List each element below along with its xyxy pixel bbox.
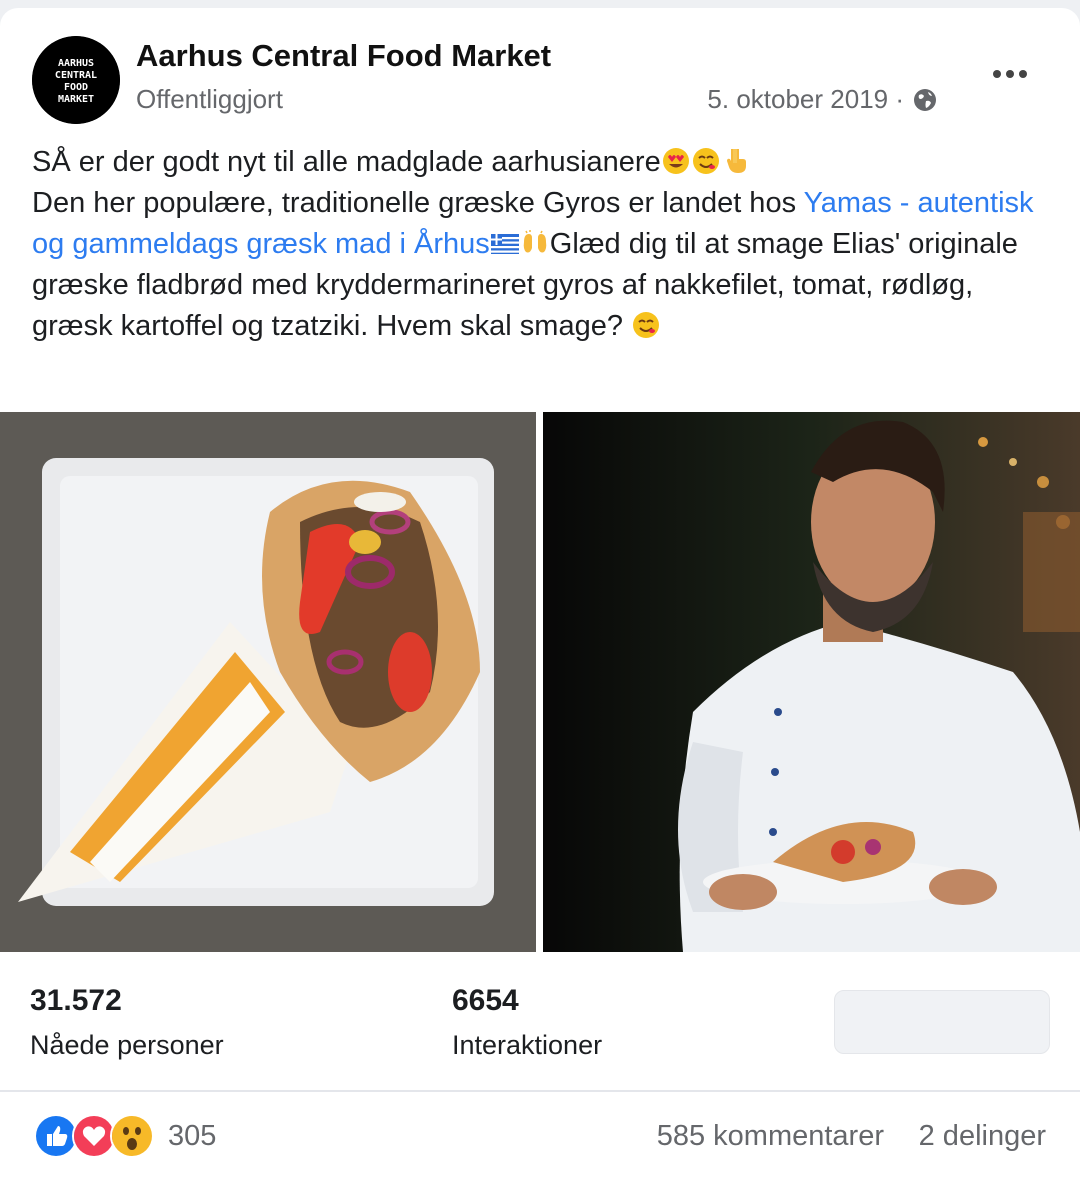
divider (0, 1090, 1080, 1092)
reaction-count: 305 (168, 1119, 217, 1152)
avatar-text-line: AARHUS (58, 58, 94, 69)
smiling-emoji-icon (691, 146, 721, 176)
globe-icon (912, 87, 938, 113)
post-status: Offentliggjort (136, 84, 283, 114)
avatar-text-line: FOOD (64, 82, 88, 93)
page-name-link[interactable]: Aarhus Central Food Market (136, 38, 551, 74)
chef-holding-gyros-photo[interactable] (543, 412, 1080, 952)
post-date[interactable]: 5. oktober 2019 · (707, 84, 904, 115)
post-date-row: 5. oktober 2019 · (707, 84, 938, 115)
post-text: SÅ er der godt nyt til alle madglade aar… (32, 142, 1052, 347)
avatar-text-line: CENTRAL (55, 70, 97, 81)
greece-flag-emoji-icon (490, 228, 520, 258)
reactions-summary[interactable]: 305 (34, 1114, 216, 1158)
shares-link[interactable]: 2 delinger (919, 1120, 1046, 1153)
boost-post-button[interactable] (834, 990, 1050, 1054)
post-text-line1: SÅ er der godt nyt til alle madglade aar… (32, 146, 661, 178)
smiling-emoji-icon (631, 310, 661, 340)
pointing-down-emoji-icon (721, 146, 751, 176)
reach-label: Nåede personer (30, 1030, 224, 1060)
wow-reaction-icon (110, 1114, 154, 1158)
heart-eyes-emoji-icon (661, 146, 691, 176)
more-options-icon[interactable] (980, 56, 1040, 92)
reach-value: 31.572 (30, 984, 122, 1017)
post-card: AARHUS CENTRAL FOOD MARKET Aarhus Centra… (0, 8, 1080, 1178)
raising-hands-emoji-icon (520, 228, 550, 258)
avatar-text-line: MARKET (58, 94, 94, 105)
post-text-line2: Den her populære, traditionelle græske G… (32, 187, 804, 219)
engagement-value: 6654 (452, 984, 519, 1017)
engagement-label: Interaktioner (452, 1030, 603, 1060)
comments-link[interactable]: 585 kommentarer (657, 1120, 884, 1153)
page-avatar[interactable]: AARHUS CENTRAL FOOD MARKET (32, 36, 120, 124)
gyros-on-plate-photo[interactable] (0, 412, 536, 952)
